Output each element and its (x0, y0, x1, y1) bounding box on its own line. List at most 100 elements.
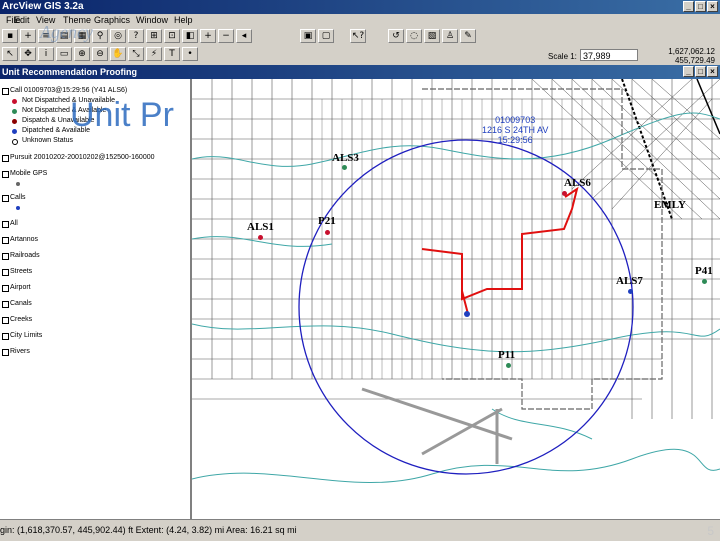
save-icon[interactable]: ▪ (2, 29, 18, 43)
zoom-active-icon[interactable]: ⊡ (164, 29, 180, 43)
theme-creeks[interactable]: Creeks (10, 316, 32, 323)
unit-marker[interactable] (562, 191, 567, 196)
call-theme-title[interactable]: Call 01009703@15:29:56 (Y41 ALS6) (10, 87, 127, 94)
runner-icon[interactable]: ♙ (442, 29, 458, 43)
clear-selection-icon[interactable]: ▢ (318, 29, 334, 43)
route-path (421, 186, 579, 315)
view-close-button[interactable]: × (707, 66, 718, 77)
help-icon[interactable]: ↖? (350, 29, 366, 43)
theme-checkbox[interactable] (2, 195, 9, 202)
status-text: gin: (1,618,370.57, 445,902.44) ft Exten… (0, 525, 297, 535)
unit-label: P21 (318, 215, 336, 227)
menu-graphics[interactable]: Graphics (94, 14, 130, 27)
close-button[interactable]: × (707, 1, 718, 12)
unit-marker[interactable] (628, 289, 633, 294)
find-icon[interactable]: ⚲ (92, 29, 108, 43)
text-tool-icon[interactable]: T (164, 47, 180, 61)
unit-marker[interactable] (702, 279, 707, 284)
theme-city-limits[interactable]: City Limits (10, 332, 42, 339)
add-theme-icon[interactable]: + (20, 29, 36, 43)
call-time: 15:29:56 (497, 135, 533, 145)
theme-checkbox[interactable] (2, 155, 9, 162)
zoom-out-icon[interactable]: − (218, 29, 234, 43)
menu-bar: File Edit View Theme Graphics Window Hel… (0, 14, 720, 27)
select-feature-icon[interactable]: ▭ (56, 47, 72, 61)
vertex-icon[interactable]: ✥ (20, 47, 36, 61)
route-icon[interactable]: ↺ (388, 29, 404, 43)
toolbar: ▪ + ≡ ▤ ▦ ⚲ ◎ ? ⊞ ⊡ ◧ + − ◂ ▣ ▢ ↖? ↺ ◌ ▧… (0, 27, 720, 66)
unit-marker[interactable] (258, 235, 263, 240)
theme-checkbox[interactable] (2, 317, 9, 324)
measure-icon[interactable]: ⤡ (128, 47, 144, 61)
theme-checkbox[interactable] (2, 221, 9, 228)
grid-icon[interactable]: ▧ (424, 29, 440, 43)
minimize-button[interactable]: _ (683, 1, 694, 12)
zoom-selected-icon[interactable]: ◧ (182, 29, 198, 43)
call-number: 01009703 (495, 115, 536, 125)
theme-checkbox[interactable] (2, 171, 9, 178)
theme-airport[interactable]: Airport (10, 284, 31, 291)
menu-help[interactable]: Help (174, 14, 193, 27)
overlay-text: Unit Pr (70, 96, 174, 134)
select-graphics-icon[interactable]: ▣ (300, 29, 316, 43)
unit-marker[interactable] (325, 230, 330, 235)
menu-window[interactable]: Window (136, 14, 168, 27)
pointer-icon[interactable]: ↖ (2, 47, 18, 61)
theme-pursuit[interactable]: Pursuit 20010202-20010202@152500-160000 (10, 154, 155, 161)
legend-symbol (12, 139, 18, 145)
scale-label: Scale 1: (548, 52, 577, 61)
unit-marker[interactable] (506, 363, 511, 368)
scale-input[interactable]: 37,989 (580, 49, 638, 61)
theme-checkbox[interactable] (2, 333, 9, 340)
theme-canals[interactable]: Canals (10, 300, 32, 307)
view-title: Unit Recommendation Proofing (2, 67, 137, 77)
theme-calls[interactable]: Calls (10, 194, 26, 201)
zoom-full-icon[interactable]: ⊞ (146, 29, 162, 43)
circle-icon[interactable]: ◌ (406, 29, 422, 43)
menu-edit[interactable]: Edit (14, 14, 30, 27)
watermark-logo: Agency (40, 22, 93, 42)
theme-checkbox[interactable] (2, 301, 9, 308)
draw-point-icon[interactable]: • (182, 47, 198, 61)
unit-label: ALS7 (616, 275, 643, 287)
street-grid (192, 79, 720, 419)
call-address: 1216 S 24TH AV (482, 125, 549, 135)
window-titlebar: ArcView GIS 3.2a _ □ × (0, 0, 720, 14)
query-icon[interactable]: ? (128, 29, 144, 43)
zoom-tool-icon[interactable]: ⊕ (74, 47, 90, 61)
zoom-out-tool-icon[interactable]: ⊖ (92, 47, 108, 61)
edit-icon[interactable]: ✎ (460, 29, 476, 43)
call-label: 01009703 1216 S 24TH AV 15:29:56 (482, 115, 548, 145)
theme-railroads[interactable]: Railroads (10, 252, 40, 259)
view-minimize-button[interactable]: _ (683, 66, 694, 77)
theme-checkbox[interactable] (2, 237, 9, 244)
zoom-in-icon[interactable]: + (200, 29, 216, 43)
maximize-button[interactable]: □ (695, 1, 706, 12)
theme-checkbox[interactable] (2, 253, 9, 260)
locate-icon[interactable]: ◎ (110, 29, 126, 43)
railroad-line (696, 79, 720, 135)
unit-marker[interactable] (342, 165, 347, 170)
view-maximize-button[interactable]: □ (695, 66, 706, 77)
call-theme-checkbox[interactable] (2, 88, 9, 95)
pan-icon[interactable]: ✋ (110, 47, 126, 61)
theme-mobile-gps[interactable]: Mobile GPS (10, 170, 47, 177)
theme-all[interactable]: All (10, 220, 18, 227)
theme-streets[interactable]: Streets (10, 268, 32, 275)
coord-x: 1,627,062.12 (668, 47, 715, 56)
theme-artannos[interactable]: Artannos (10, 236, 38, 243)
map-canvas[interactable]: 01009703 1216 S 24TH AV 15:29:56 ALS3 AL… (192, 79, 720, 519)
hotlink-icon[interactable]: ⚡ (146, 47, 162, 61)
coord-y: 455,729.49 (674, 56, 715, 65)
unit-label: ALS6 (564, 177, 591, 189)
theme-checkbox[interactable] (2, 269, 9, 276)
unit-label: ALS3 (332, 152, 359, 164)
identify-icon[interactable]: i (38, 47, 54, 61)
theme-checkbox[interactable] (2, 285, 9, 292)
legend-symbol (12, 109, 17, 114)
theme-checkbox[interactable] (2, 349, 9, 356)
previous-extent-icon[interactable]: ◂ (236, 29, 252, 43)
call-location-marker[interactable] (464, 311, 470, 317)
theme-rivers[interactable]: Rivers (10, 348, 30, 355)
railroad-line (621, 79, 673, 220)
